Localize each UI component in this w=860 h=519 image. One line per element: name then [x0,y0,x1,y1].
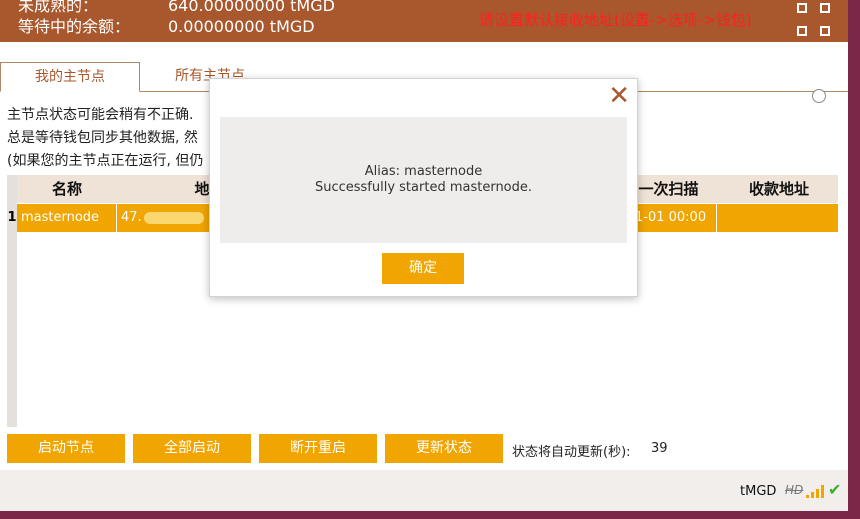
dialog-message-line-1: Alias: masternode [364,164,483,179]
column-header-payee[interactable]: 收款地址 [720,175,838,203]
desktop-edge [848,0,860,511]
start-all-button[interactable]: 全部启动 [133,434,251,463]
column-header-name[interactable]: 名称 [17,175,117,203]
ok-button[interactable]: 确定 [382,253,464,284]
cell-name: masternode [17,204,117,232]
network-signal-icon[interactable] [806,484,826,498]
radio-toggle[interactable] [812,89,826,103]
dialog-message: Alias: masternode Successfully started m… [220,117,627,243]
cell-last-seen: 1-01 00:00 [631,204,717,232]
restart-button[interactable]: 断开重启 [259,434,377,463]
currency-unit[interactable]: tMGD [740,484,776,499]
row-number: 1 [7,204,17,232]
auto-update-seconds: 39 [651,441,668,456]
qr-code-icon[interactable] [797,3,830,36]
info-line-1: 主节点状态可能会稍有不正确. [7,107,194,123]
dialog-message-line-2: Successfully started masternode. [314,180,533,195]
hd-disabled-icon: HD [785,483,804,497]
info-line-3: (如果您的主节点正在运行, 但仍 [7,153,204,169]
status-bar: tMGD HD ✔ [0,470,848,511]
wallet-window: 未成熟的： 640.00000000 tMGD 等待中的余额： 0.00000000… [0,0,848,511]
cell-address-text: 47. [121,210,142,225]
start-button[interactable]: 启动节点 [7,434,125,463]
info-line-2: 总是等待钱包同步其他数据, 然 [7,130,198,146]
cell-address: 47. [117,204,217,232]
close-icon[interactable]: ✕ [608,83,630,109]
balance-header: 未成熟的： 640.00000000 tMGD 等待中的余额： 0.00000000… [0,0,848,42]
update-status-button[interactable]: 更新状态 [385,434,503,463]
tab-my-masternodes[interactable]: 我的主节点 [0,62,140,92]
pending-balance-row: 等待中的余额： 0.00000000 tMGD [18,13,315,37]
redacted-address [143,211,204,224]
auto-update-label: 状态将自动更新(秒): [512,445,631,460]
pending-value: 0.00000000 tMGD [168,17,315,36]
message-dialog: ✕ Alias: masternode Successfully started… [209,78,638,297]
default-address-notice: 请设置默认接收地址(设置->选项->钱包) [479,11,752,29]
pending-label: 等待中的余额： [18,17,131,36]
synced-check-icon: ✔ [828,480,842,499]
